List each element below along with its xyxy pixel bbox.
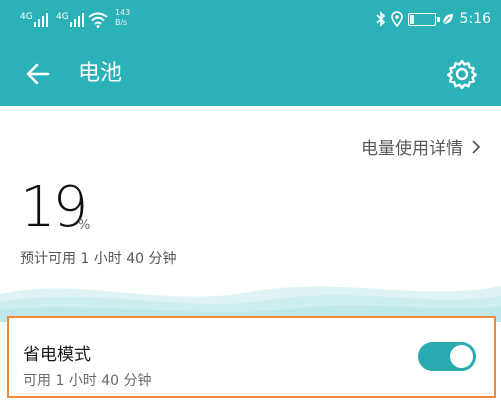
- status-time: 5:16: [459, 11, 491, 27]
- network-speed: 143 B/s: [115, 8, 130, 28]
- chevron-right-icon: [472, 139, 481, 154]
- battery-percent: 19: [20, 175, 88, 240]
- signal-2-label: 4G: [56, 12, 69, 22]
- usage-details-link[interactable]: 电量使用详情: [361, 134, 481, 159]
- toggle-knob: [450, 345, 473, 368]
- location-icon: [390, 11, 403, 27]
- battery-level: 19: [415, 13, 428, 23]
- back-arrow-icon[interactable]: [22, 58, 54, 90]
- power-saving-mode-row[interactable]: 省电模式 可用 1 小时 40 分钟: [7, 316, 496, 398]
- signal-1-label: 4G: [20, 12, 33, 22]
- signal-icon: [34, 13, 50, 27]
- network-speed-value: 143: [115, 8, 131, 17]
- bluetooth-icon: [375, 11, 385, 27]
- signal-icon: [70, 13, 86, 27]
- battery-icon: 19: [407, 12, 440, 26]
- network-speed-unit: B/s: [115, 18, 128, 27]
- gear-icon[interactable]: [446, 58, 478, 90]
- power-saving-mode-title: 省电模式: [23, 345, 91, 365]
- leaf-icon: [442, 14, 453, 25]
- wave-decoration: [0, 286, 501, 322]
- status-right: 19 5:16: [375, 9, 491, 29]
- status-bar: 4G 4G 143 B/s 19 5:16: [0, 0, 501, 36]
- power-saving-mode-subtitle: 可用 1 小时 40 分钟: [23, 373, 152, 389]
- battery-percent-unit: %: [78, 218, 91, 233]
- page-title: 电池: [78, 61, 123, 86]
- usage-details-label: 电量使用详情: [361, 139, 463, 159]
- wifi-icon: [88, 12, 108, 28]
- power-saving-toggle[interactable]: [418, 342, 476, 371]
